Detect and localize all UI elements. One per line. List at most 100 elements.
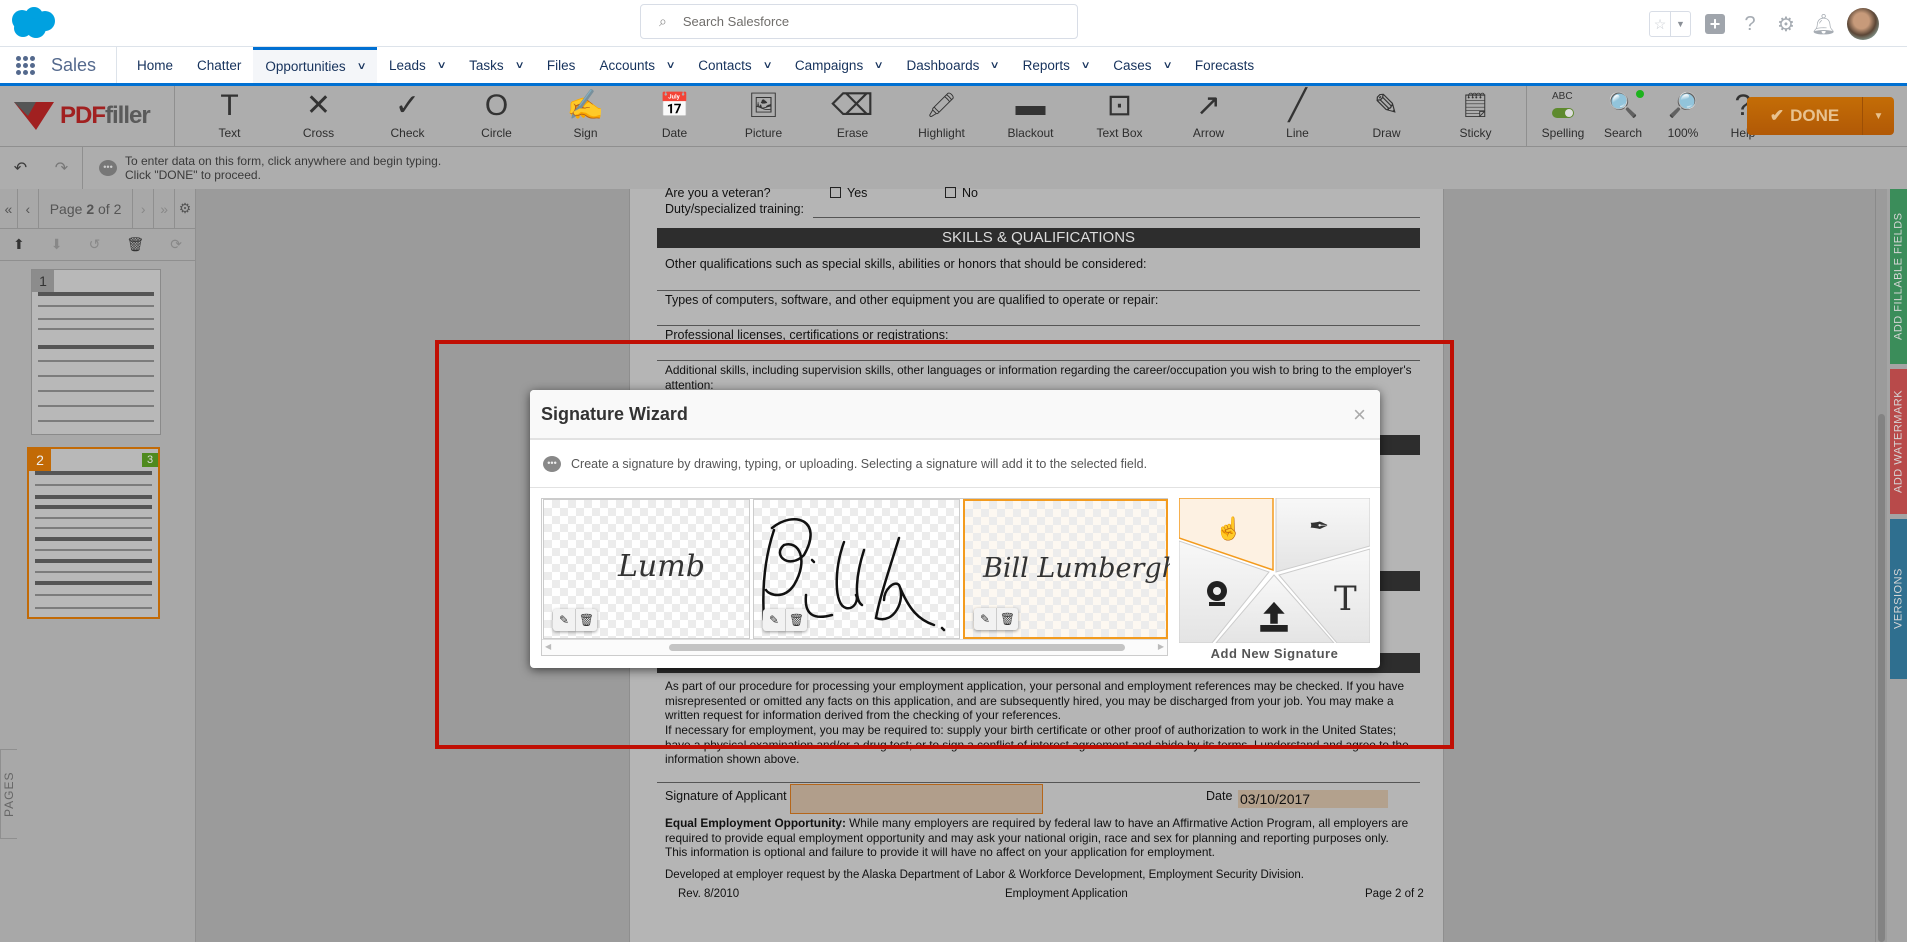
signature-card-selected[interactable]: Bill Lumbergh ✎ 🗑︎: [963, 499, 1170, 639]
tool-spelling-button[interactable]: ABC Spelling: [1533, 86, 1593, 146]
nav-tab-campaigns[interactable]: Campaigns ∨: [783, 47, 895, 83]
salesforce-cloud-logo[interactable]: [8, 6, 58, 40]
tool-erase-button[interactable]: ⌫ Erase: [808, 86, 897, 146]
app-launcher-icon[interactable]: [16, 55, 35, 75]
favorites-dropdown-icon[interactable]: ▼: [1670, 12, 1690, 36]
done-button[interactable]: ✔ DONE ▼: [1747, 97, 1894, 135]
chevron-down-icon[interactable]: ∨: [514, 60, 524, 71]
nav-tab-files[interactable]: Files: [535, 47, 588, 83]
nav-tab-contacts[interactable]: Contacts ∨: [686, 47, 783, 83]
tool-draw-button[interactable]: ✎ Draw: [1342, 86, 1431, 146]
signature-card[interactable]: Lumb ✎ 🗑︎: [543, 499, 750, 639]
add-new-signature-label[interactable]: Add New Signature: [1179, 646, 1370, 661]
tool-text-box-button[interactable]: ⊡ Text Box: [1075, 86, 1164, 146]
global-add-icon[interactable]: +: [1705, 14, 1725, 34]
scroll-left-icon[interactable]: ◀: [545, 642, 551, 651]
date-field[interactable]: 03/10/2017: [1238, 790, 1388, 808]
nav-tab-home[interactable]: Home: [125, 47, 185, 83]
computers-software-field[interactable]: [657, 325, 1420, 326]
page-thumbnail-1[interactable]: 1: [31, 269, 161, 435]
tool-picture-button[interactable]: 🖼 Picture: [719, 86, 808, 146]
done-dropdown-icon[interactable]: ▼: [1862, 97, 1894, 135]
user-avatar[interactable]: [1847, 8, 1879, 40]
tool-100--button[interactable]: 🔎 100%: [1653, 86, 1713, 146]
tool-arrow-button[interactable]: ↗ Arrow: [1164, 86, 1253, 146]
rail-tab-add-watermark[interactable]: ADD WATERMARK: [1890, 369, 1907, 514]
tool-highlight-button[interactable]: 🖍 Highlight: [897, 86, 986, 146]
redo-icon[interactable]: ↷: [55, 158, 68, 178]
delete-signature-icon[interactable]: 🗑︎: [575, 609, 597, 631]
nav-tab-chatter[interactable]: Chatter: [185, 47, 253, 83]
tool-blackout-button[interactable]: ▬ Blackout: [986, 86, 1075, 146]
edit-signature-icon[interactable]: ✎: [974, 608, 996, 630]
first-page-icon[interactable]: «: [0, 189, 18, 228]
veteran-no-checkbox[interactable]: [945, 187, 956, 198]
help-icon[interactable]: ?: [1739, 13, 1761, 36]
app-launcher[interactable]: Sales: [0, 47, 118, 83]
veteran-no-option[interactable]: No: [945, 186, 978, 200]
chevron-down-icon[interactable]: ∨: [356, 61, 366, 72]
setup-gear-icon[interactable]: ⚙: [1775, 12, 1797, 37]
nav-tab-dashboards[interactable]: Dashboards ∨: [895, 47, 1011, 83]
move-page-down-icon[interactable]: ⬇: [51, 236, 63, 253]
pages-panel-toggle[interactable]: PAGES: [0, 749, 17, 839]
other-qualifications-field[interactable]: [657, 290, 1420, 291]
tool-circle-button[interactable]: O Circle: [452, 86, 541, 146]
nav-tab-opportunities[interactable]: Opportunities ∨: [253, 47, 377, 83]
prev-page-icon[interactable]: ‹: [18, 189, 39, 228]
nav-tab-cases[interactable]: Cases ∨: [1101, 47, 1183, 83]
nav-tab-leads[interactable]: Leads ∨: [377, 47, 457, 83]
pages-settings-gear-icon[interactable]: ⚙: [175, 189, 195, 228]
move-page-up-icon[interactable]: ⬆: [13, 236, 25, 253]
tool-cross-button[interactable]: ✕ Cross: [274, 86, 363, 146]
spelling-toggle[interactable]: [1552, 108, 1574, 118]
tool-search-button[interactable]: 🔍 Search: [1593, 86, 1653, 146]
scrollbar-thumb[interactable]: [1878, 414, 1885, 942]
tool-check-button[interactable]: ✓ Check: [363, 86, 452, 146]
nav-tab-forecasts[interactable]: Forecasts: [1183, 47, 1266, 83]
undo-icon[interactable]: ↶: [14, 158, 27, 178]
delete-signature-icon[interactable]: 🗑︎: [996, 608, 1018, 630]
page-thumbnail-2[interactable]: 2 3: [27, 447, 160, 619]
refresh-page-icon[interactable]: ⟳: [170, 236, 182, 253]
scroll-right-icon[interactable]: ▶: [1158, 642, 1164, 651]
delete-page-icon[interactable]: 🗑︎: [126, 236, 144, 253]
next-page-icon[interactable]: ›: [133, 189, 155, 228]
document-vertical-scrollbar[interactable]: [1875, 189, 1887, 942]
rotate-page-icon[interactable]: ↺: [89, 236, 101, 253]
chevron-down-icon[interactable]: ∨: [436, 60, 446, 71]
favorites-control[interactable]: ☆ ▼: [1649, 11, 1691, 37]
nav-tab-tasks[interactable]: Tasks ∨: [457, 47, 535, 83]
tool-line-button[interactable]: ╱ Line: [1253, 86, 1342, 146]
duty-training-field[interactable]: [813, 217, 1420, 218]
signature-field[interactable]: [790, 784, 1043, 814]
scrollbar-thumb[interactable]: [669, 644, 1125, 651]
veteran-yes-option[interactable]: Yes: [830, 186, 867, 200]
utility-tool-group: ABC Spelling 🔍 Search 🔎 100%? Help: [1533, 86, 1773, 146]
nav-tab-reports[interactable]: Reports ∨: [1011, 47, 1102, 83]
signatures-horizontal-scrollbar[interactable]: ◀ ▶: [542, 639, 1167, 655]
rail-tab-add-fillable-fields[interactable]: ADD FILLABLE FIELDS: [1890, 189, 1907, 364]
veteran-yes-checkbox[interactable]: [830, 187, 841, 198]
favorites-star-icon[interactable]: ☆: [1650, 12, 1670, 36]
chevron-down-icon[interactable]: ∨: [874, 60, 884, 71]
chevron-down-icon[interactable]: ∨: [1162, 60, 1172, 71]
delete-signature-icon[interactable]: 🗑︎: [785, 609, 807, 631]
signature-card[interactable]: ✎ 🗑︎: [753, 499, 960, 639]
edit-signature-icon[interactable]: ✎: [553, 609, 575, 631]
chevron-down-icon[interactable]: ∨: [1080, 60, 1090, 71]
notifications-bell-icon[interactable]: 🔔︎: [1811, 12, 1836, 37]
chevron-down-icon[interactable]: ∨: [762, 60, 772, 71]
edit-signature-icon[interactable]: ✎: [763, 609, 785, 631]
last-page-icon[interactable]: »: [154, 189, 176, 228]
tool-text-button[interactable]: T Text: [185, 86, 274, 146]
tool-date-button[interactable]: 📅 Date: [630, 86, 719, 146]
rail-tab-versions[interactable]: VERSIONS: [1890, 519, 1907, 679]
chevron-down-icon[interactable]: ∨: [990, 60, 1000, 71]
global-search-input[interactable]: ⌕ Search Salesforce: [640, 4, 1078, 39]
tool-sticky-button[interactable]: 🗒 Sticky: [1431, 86, 1520, 146]
chevron-down-icon[interactable]: ∨: [666, 60, 676, 71]
tool-sign-button[interactable]: ✍ Sign: [541, 86, 630, 146]
close-icon[interactable]: ×: [1353, 402, 1366, 428]
nav-tab-accounts[interactable]: Accounts ∨: [587, 47, 686, 83]
